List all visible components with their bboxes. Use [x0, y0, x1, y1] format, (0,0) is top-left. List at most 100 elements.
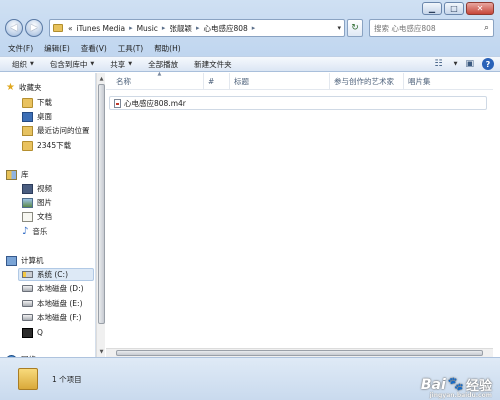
desktop-icon — [22, 111, 33, 122]
breadcrumb-separator-icon[interactable]: ▸ — [127, 24, 135, 32]
sort-caret-icon: ▲ — [157, 71, 162, 77]
search-icon[interactable]: ⌕ — [484, 23, 489, 33]
file-list: 名称 ▲ # 标题 参与创作的艺术家 唱片集 心电感应808.m4r — [106, 71, 493, 357]
nav-libraries-label: 库 — [21, 170, 29, 179]
menu-bar: 文件(F) 编辑(E) 查看(V) 工具(T) 帮助(H) — [0, 41, 500, 55]
menu-file[interactable]: 文件(F) — [8, 43, 33, 54]
breadcrumb-music[interactable]: Music — [135, 24, 160, 33]
nav-item-label: 桌面 — [37, 112, 52, 121]
address-bar[interactable]: « iTunes Media ▸ Music ▸ 张靓颖 ▸ 心电感应808 ▸… — [49, 19, 345, 37]
refresh-button[interactable]: ↻ — [347, 19, 363, 37]
breadcrumb-album[interactable]: 心电感应808 — [201, 23, 249, 34]
chevron-down-icon: ▼ — [90, 61, 95, 67]
nav-item-label: 文档 — [37, 212, 52, 221]
nav-item-drive-f[interactable]: 本地磁盘 (F:) — [22, 311, 82, 324]
new-folder-button[interactable]: 新建文件夹 — [194, 59, 232, 70]
breadcrumb-itunes-media[interactable]: iTunes Media — [75, 24, 127, 33]
drive-icon — [22, 285, 33, 292]
menu-edit[interactable]: 编辑(E) — [44, 43, 70, 54]
scrollbar-thumb[interactable] — [116, 350, 483, 356]
minimize-button[interactable]: ▁ — [422, 2, 442, 15]
nav-item-label: 下载 — [37, 98, 52, 107]
close-button[interactable]: ✕ — [466, 2, 494, 15]
chevron-down-icon[interactable]: ▼ — [454, 61, 458, 67]
file-row[interactable]: 心电感应808.m4r — [109, 96, 487, 110]
column-header-name[interactable]: 名称 ▲ — [112, 71, 204, 90]
watermark-url: jingyan.baidu.com — [429, 392, 492, 399]
menu-tools[interactable]: 工具(T) — [118, 43, 143, 54]
breadcrumb-separator-icon[interactable]: ▸ — [250, 24, 258, 32]
organize-button[interactable]: 组织 ▼ — [12, 59, 34, 70]
search-box[interactable]: ⌕ — [369, 19, 494, 37]
toolbar-right-tools: ☷ ▼ ▣ ? — [435, 57, 494, 71]
breadcrumb-separator-icon[interactable]: ▸ — [194, 24, 202, 32]
column-header-title[interactable]: 标题 — [230, 73, 330, 90]
nav-item-recent-places[interactable]: 最近访问的位置 — [22, 124, 90, 137]
nav-favorites[interactable]: ★ 收藏夹 — [6, 81, 41, 94]
documents-icon — [22, 211, 33, 222]
include-in-library-button[interactable]: 包含到库中 ▼ — [50, 59, 94, 70]
address-overflow[interactable]: « — [66, 24, 75, 33]
column-header-artist[interactable]: 参与创作的艺术家 — [330, 73, 404, 90]
nav-item-label: 图片 — [37, 198, 52, 207]
nav-item-drive-c[interactable]: 系统 (C:) — [18, 268, 94, 281]
scroll-up-icon[interactable]: ▲ — [97, 74, 106, 83]
drive-icon — [22, 300, 33, 307]
status-bar: 1 个项目 Bai 🐾 经验 jingyan.baidu.com — [0, 357, 500, 400]
computer-icon — [6, 255, 17, 266]
nav-item-2345-downloads[interactable]: 2345下载 — [22, 139, 71, 152]
breadcrumb-separator-icon[interactable]: ▸ — [160, 24, 168, 32]
nav-computer[interactable]: 计算机 — [6, 254, 44, 267]
nav-item-q[interactable]: Q — [22, 326, 43, 339]
search-input[interactable] — [374, 23, 484, 33]
help-icon[interactable]: ? — [482, 58, 494, 70]
column-header-track[interactable]: # — [204, 73, 230, 90]
play-all-label: 全部播放 — [148, 59, 179, 69]
back-button[interactable]: ◀ — [5, 19, 23, 37]
back-arrow-icon: ◀ — [10, 23, 18, 33]
nav-item-label: 本地磁盘 (D:) — [37, 284, 84, 293]
chevron-down-icon: ▼ — [128, 61, 133, 67]
navigation-row: ◀ ▶ « iTunes Media ▸ Music ▸ 张靓颖 ▸ 心电感应8… — [5, 17, 494, 39]
nav-item-downloads[interactable]: 下载 — [22, 96, 52, 109]
play-all-button[interactable]: 全部播放 — [148, 59, 178, 70]
explorer-window: ▁ □ ✕ ◀ ▶ « iTunes Media ▸ Music ▸ 张靓颖 ▸… — [0, 0, 500, 400]
nav-computer-label: 计算机 — [21, 256, 44, 265]
nav-item-music[interactable]: ♪ 音乐 — [22, 225, 47, 238]
forward-button[interactable]: ▶ — [25, 19, 43, 37]
menu-view[interactable]: 查看(V) — [81, 43, 107, 54]
share-button[interactable]: 共享 ▼ — [110, 59, 132, 70]
nav-item-drive-e[interactable]: 本地磁盘 (E:) — [22, 297, 83, 310]
column-header-album[interactable]: 唱片集 — [404, 73, 464, 90]
library-icon — [6, 169, 17, 180]
file-list-horizontal-scrollbar[interactable] — [106, 348, 493, 357]
nav-item-pictures[interactable]: 图片 — [22, 196, 52, 209]
nav-libraries[interactable]: 库 — [6, 168, 29, 181]
watermark-brand: Bai — [420, 376, 446, 393]
nav-item-label: Q — [37, 328, 43, 337]
preview-pane-icon[interactable]: ▣ — [465, 59, 474, 69]
nav-item-desktop[interactable]: 桌面 — [22, 110, 52, 123]
scrollbar-thumb[interactable] — [98, 84, 105, 324]
include-library-label: 包含到库中 — [49, 59, 88, 69]
menu-help[interactable]: 帮助(H) — [154, 43, 181, 54]
nav-item-label: 视频 — [37, 184, 52, 193]
new-folder-label: 新建文件夹 — [194, 59, 232, 69]
audio-file-icon — [114, 98, 121, 108]
pictures-icon — [22, 197, 33, 208]
column-header-label: 名称 — [116, 77, 131, 86]
nav-item-videos[interactable]: 视频 — [22, 182, 52, 195]
breadcrumb-artist[interactable]: 张靓颖 — [167, 23, 194, 34]
organize-label: 组织 — [12, 59, 27, 69]
view-options-icon[interactable]: ☷ — [435, 59, 443, 69]
scroll-down-icon[interactable]: ▼ — [97, 347, 106, 356]
paw-icon: 🐾 — [447, 377, 464, 392]
nav-item-documents[interactable]: 文档 — [22, 210, 52, 223]
maximize-button[interactable]: □ — [444, 2, 464, 15]
nav-item-drive-d[interactable]: 本地磁盘 (D:) — [22, 282, 84, 295]
address-history-dropdown-icon[interactable]: ▾ — [337, 24, 341, 32]
column-header-label: 标题 — [234, 77, 249, 86]
nav-item-label: 本地磁盘 (F:) — [37, 313, 82, 322]
folder-icon — [22, 140, 33, 151]
nav-pane-scrollbar[interactable]: ▲ ▼ — [96, 73, 105, 357]
